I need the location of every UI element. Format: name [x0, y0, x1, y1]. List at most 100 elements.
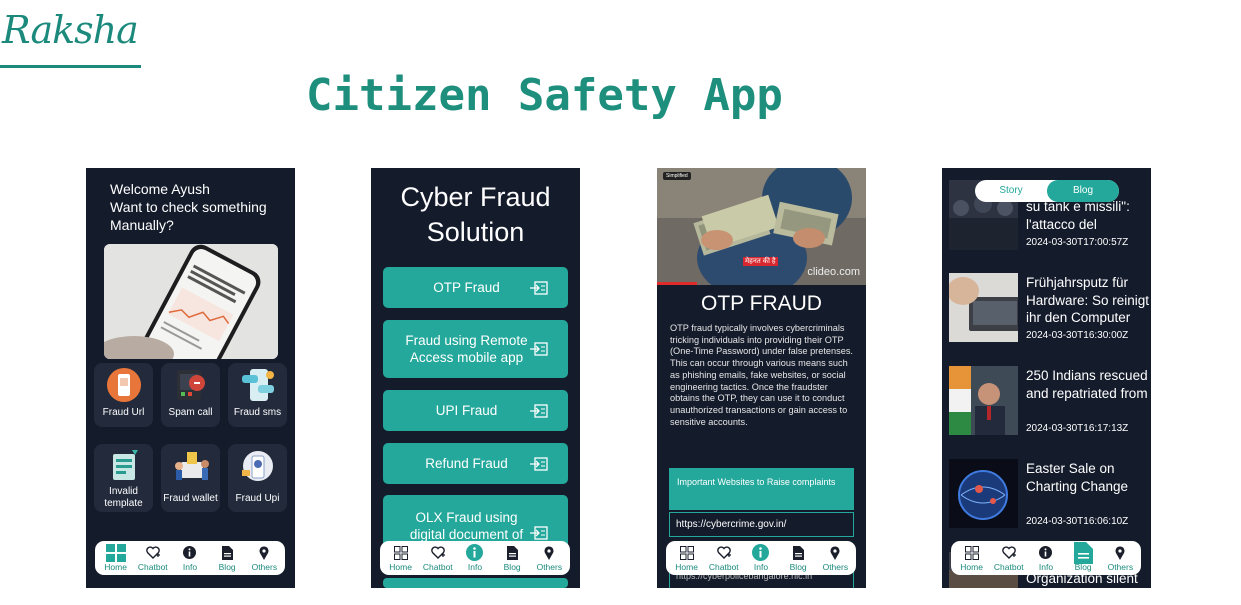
tile-fraud-wallet[interactable]: Fraud wallet	[161, 444, 220, 512]
nav-label: Others	[1107, 562, 1134, 572]
nav-label: Others	[822, 562, 849, 572]
chatbot-heart-icon	[716, 544, 731, 561]
tile-fraud-upi[interactable]: Fraud Upi	[228, 444, 287, 512]
blog-tab[interactable]: Blog	[1047, 180, 1119, 202]
upi-fraud-button[interactable]: UPI Fraud	[383, 390, 568, 431]
nav-label: Home	[675, 562, 698, 572]
nav-label: Info	[1038, 562, 1054, 572]
login-icon	[530, 456, 548, 471]
home-screen: Welcome Ayush Want to check something Ma…	[86, 168, 295, 588]
nav-others[interactable]: Others	[817, 544, 853, 572]
blog-thumbnail[interactable]	[949, 459, 1018, 528]
invalid-template-icon	[112, 450, 138, 480]
home-grid-icon	[964, 544, 979, 561]
hero-phone-image	[104, 244, 278, 359]
nav-blog[interactable]: Blog	[494, 544, 530, 572]
fraud-solution-screen: Cyber Fraud Solution OTP Fraud Fraud usi…	[371, 168, 580, 588]
tile-label: Fraud wallet	[163, 493, 218, 504]
complaint-link[interactable]: https://cybercrime.gov.in/	[669, 512, 854, 537]
nav-blog[interactable]: Blog	[780, 544, 816, 572]
nav-chatbot[interactable]: Chatbot	[706, 544, 742, 572]
welcome-prompt: Want to check something Manually?	[110, 199, 267, 233]
nav-chatbot[interactable]: Chatbot	[420, 544, 456, 572]
nav-info[interactable]: Info	[1028, 544, 1064, 572]
welcome-message: Welcome Ayush Want to check something Ma…	[110, 180, 280, 234]
document-icon	[506, 544, 518, 561]
tile-fraud-url[interactable]: Fraud Url	[94, 363, 153, 427]
fraud-sms-icon	[241, 369, 274, 401]
document-icon	[1073, 541, 1093, 564]
nav-label: Info	[467, 562, 483, 572]
blog-date: 2024-03-30T17:00:57Z	[1026, 237, 1129, 248]
complaint-websites-header: Important Websites to Raise complaints	[669, 468, 854, 510]
blog-thumbnail[interactable]	[949, 366, 1018, 435]
fraud-title: OTP FRAUD	[701, 292, 822, 315]
info-icon	[183, 544, 197, 561]
remote-access-fraud-button[interactable]: Fraud using Remote Access mobile app	[383, 320, 568, 378]
nav-label: Info	[753, 562, 769, 572]
tile-label: Fraud sms	[233, 407, 282, 418]
tile-label: Invalid template	[104, 486, 143, 509]
info-icon	[1039, 544, 1053, 561]
button-label: OTP Fraud	[433, 280, 500, 295]
button-label: UPI Fraud	[435, 403, 498, 418]
bottom-nav: Home Chatbot Info Blog Others	[95, 541, 285, 575]
nav-info[interactable]: Info	[743, 544, 779, 572]
nav-chatbot[interactable]: Chatbot	[991, 544, 1027, 572]
nav-label: Info	[182, 562, 198, 572]
logo-underline	[0, 65, 141, 68]
story-tab[interactable]: Story	[975, 180, 1047, 202]
nav-label: Blog	[218, 562, 236, 572]
fraud-description: OTP fraud typically involves cybercrimin…	[670, 323, 853, 427]
button-label: Refund Fraud	[425, 456, 508, 471]
page-title: Citizen Safety App	[306, 70, 783, 121]
nav-label: Others	[536, 562, 563, 572]
nav-blog[interactable]: Blog	[1065, 541, 1101, 572]
otp-fraud-button[interactable]: OTP Fraud	[383, 267, 568, 308]
tile-invalid-template[interactable]: Invalid template	[94, 444, 153, 512]
video-caption: मेहनत की है	[743, 257, 778, 266]
fraud-url-icon	[106, 368, 141, 402]
bottom-nav: Home Chatbot Info Blog Others	[951, 541, 1141, 575]
nav-label: Others	[251, 562, 278, 572]
video-badge: Simplified	[663, 172, 691, 180]
blog-title[interactable]: su tank e missili": l'attacco del	[1026, 198, 1151, 233]
blog-thumbnail[interactable]	[949, 273, 1018, 342]
nav-home[interactable]: Home	[383, 544, 419, 572]
blog-date: 2024-03-30T16:17:13Z	[1026, 423, 1129, 434]
tile-fraud-sms[interactable]: Fraud sms	[228, 363, 287, 427]
nav-info[interactable]: Info	[457, 544, 493, 572]
nav-others[interactable]: Others	[246, 544, 282, 572]
info-icon	[752, 544, 770, 561]
blog-date: 2024-03-30T16:30:00Z	[1026, 330, 1129, 341]
refund-fraud-button[interactable]: Refund Fraud	[383, 443, 568, 484]
tile-spam-call[interactable]: Spam call	[161, 363, 220, 427]
login-icon	[530, 403, 548, 418]
location-pin-icon	[259, 544, 269, 561]
nav-chatbot[interactable]: Chatbot	[135, 544, 171, 572]
location-pin-icon	[544, 544, 554, 561]
nav-label: Chatbot	[708, 562, 739, 572]
home-grid-icon	[393, 544, 408, 561]
nav-home[interactable]: Home	[98, 543, 134, 572]
video-watermark: clideo.com	[807, 266, 860, 278]
blog-title[interactable]: Easter Sale on Charting Change	[1026, 460, 1151, 495]
nav-blog[interactable]: Blog	[209, 544, 245, 572]
home-grid-icon	[679, 544, 694, 561]
nav-info[interactable]: Info	[172, 544, 208, 572]
blog-title[interactable]: 250 Indians rescued and repatriated from	[1026, 367, 1151, 402]
video-player[interactable]: Simplified मेहनत की है clideo.com	[657, 168, 866, 285]
story-blog-toggle: Story Blog	[975, 180, 1119, 202]
blog-date: 2024-03-30T16:06:10Z	[1026, 516, 1129, 527]
nav-others[interactable]: Others	[531, 544, 567, 572]
blog-title[interactable]: Frühjahrsputz für Hardware: So reinigt i…	[1026, 274, 1151, 327]
nav-home[interactable]: Home	[954, 544, 990, 572]
login-icon	[530, 280, 548, 295]
login-icon	[530, 526, 548, 540]
nav-others[interactable]: Others	[1102, 544, 1138, 572]
chatbot-heart-icon	[145, 544, 160, 561]
document-icon	[221, 544, 233, 561]
nav-home[interactable]: Home	[669, 544, 705, 572]
nav-label: Home	[104, 562, 127, 572]
nav-label: Chatbot	[137, 562, 168, 572]
